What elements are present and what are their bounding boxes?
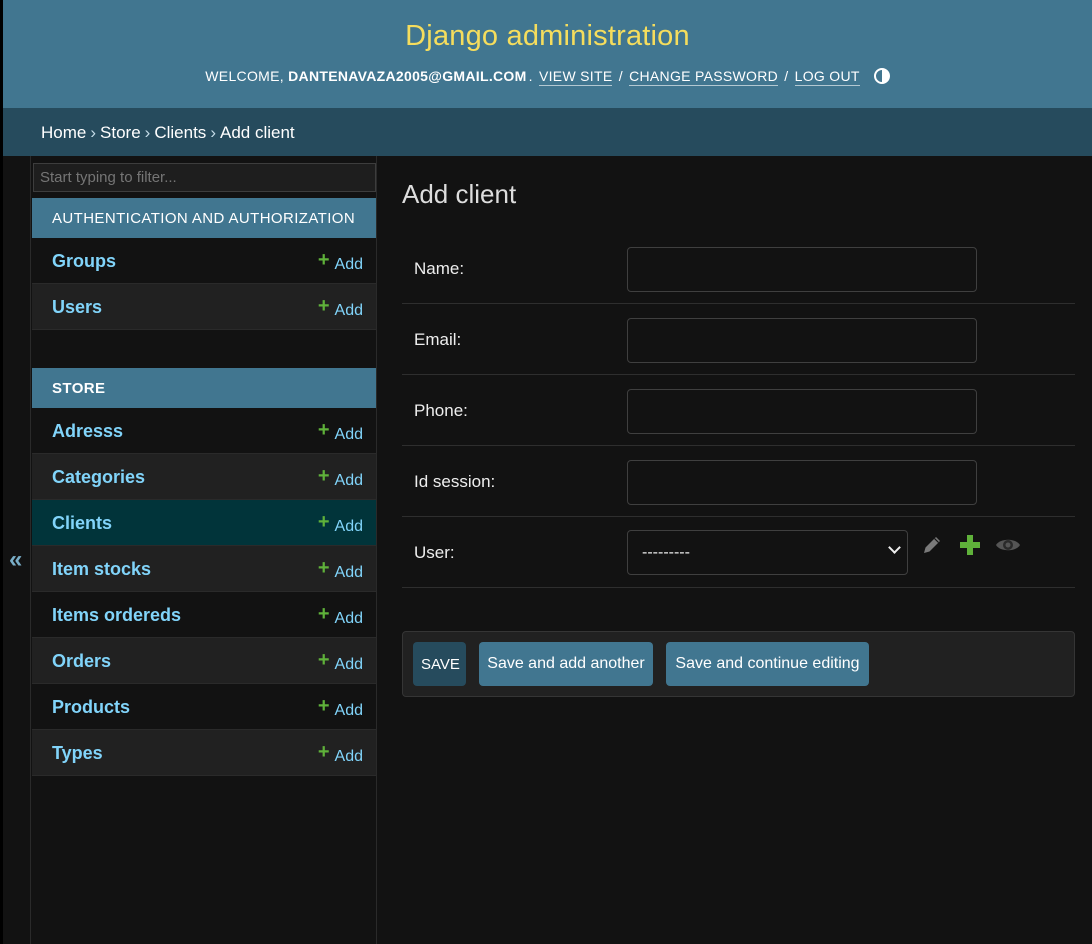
add-label: Add [334, 302, 363, 319]
save-and-continue-button[interactable]: Save and continue editing [666, 642, 869, 686]
add-icon: + [317, 649, 330, 671]
add-adresss-link[interactable]: + Add [318, 419, 363, 446]
sidebar-item-types: Types + Add [32, 730, 376, 776]
user-select-value: --------- [642, 544, 690, 561]
form-row-email: Email: [402, 304, 1075, 375]
add-categories-link[interactable]: + Add [318, 465, 363, 492]
add-label: Add [334, 656, 363, 673]
collapse-chevron-icon: « [9, 546, 23, 573]
sidebar-item-products: Products + Add [32, 684, 376, 730]
add-icon: + [317, 295, 330, 317]
add-icon: + [317, 465, 330, 487]
name-field[interactable] [627, 247, 977, 292]
form-row-phone: Phone: [402, 375, 1075, 446]
add-item-stocks-link[interactable]: + Add [318, 557, 363, 584]
add-label: Add [334, 426, 363, 443]
model-link-groups[interactable]: Groups [52, 251, 116, 272]
breadcrumb-separator: › [144, 123, 151, 142]
user-select[interactable]: --------- [627, 530, 908, 575]
add-label: Add [334, 472, 363, 489]
breadcrumb-store[interactable]: Store [100, 123, 141, 142]
model-link-adresss[interactable]: Adresss [52, 421, 123, 442]
toggle-sidebar-button[interactable]: « [3, 156, 31, 944]
view-related-eye-icon[interactable] [995, 533, 1021, 557]
save-button[interactable]: Save [413, 642, 466, 686]
model-link-types[interactable]: Types [52, 743, 103, 764]
sidebar-item-item-stocks: Item stocks + Add [32, 546, 376, 592]
add-label: Add [334, 610, 363, 627]
sidebar-item-clients: Clients + Add [32, 500, 376, 546]
form-row-id-session: Id session: [402, 446, 1075, 517]
phone-field[interactable] [627, 389, 977, 434]
user-label: User: [414, 543, 455, 562]
email-label: Email: [414, 330, 462, 349]
change-password-link[interactable]: Change password [629, 68, 779, 86]
breadcrumb-separator: › [90, 123, 97, 142]
breadcrumb: Home › Store › Clients › Add client [3, 108, 1092, 156]
add-groups-link[interactable]: + Add [318, 249, 363, 276]
main-content: Add client Name: Email: Phone: Id sessio… [402, 156, 1092, 944]
log-out-link[interactable]: Log out [794, 68, 860, 86]
id-session-field[interactable] [627, 460, 977, 505]
submit-row: Save Save and add another Save and conti… [402, 631, 1075, 697]
breadcrumb-clients[interactable]: Clients [154, 123, 206, 142]
nav-filter-input[interactable] [33, 163, 376, 192]
model-link-items-ordereds[interactable]: Items ordereds [52, 605, 181, 626]
add-icon: + [317, 695, 330, 717]
model-link-products[interactable]: Products [52, 697, 130, 718]
module-caption-auth[interactable]: Authentication and Authorization [32, 198, 376, 238]
add-types-link[interactable]: + Add [318, 741, 363, 768]
add-icon: + [317, 249, 330, 271]
welcome-text: Welcome, [205, 68, 284, 84]
add-orders-link[interactable]: + Add [318, 649, 363, 676]
add-icon: + [317, 511, 330, 533]
add-icon: + [317, 557, 330, 579]
change-related-pencil-icon[interactable] [920, 533, 944, 557]
header: Django administration Welcome, dantenava… [3, 0, 1092, 108]
add-clients-link[interactable]: + Add [318, 511, 363, 538]
add-related-plus-icon[interactable] [958, 533, 982, 557]
view-site-link[interactable]: View site [538, 68, 613, 86]
add-label: Add [334, 518, 363, 535]
add-label: Add [334, 256, 363, 273]
breadcrumb-home[interactable]: Home [41, 123, 86, 142]
phone-label: Phone: [414, 401, 468, 420]
page-title: Add client [402, 179, 517, 209]
chevron-down-icon [888, 541, 901, 554]
save-and-add-another-button[interactable]: Save and add another [479, 642, 653, 686]
sidebar-item-items-ordereds: Items ordereds + Add [32, 592, 376, 638]
email-field[interactable] [627, 318, 977, 363]
model-link-orders[interactable]: Orders [52, 651, 111, 672]
module-caption-store[interactable]: Store [32, 368, 376, 408]
name-label: Name: [414, 259, 465, 278]
username: dantenavaza2005@gmail.com [288, 68, 527, 84]
add-label: Add [334, 564, 363, 581]
site-name[interactable]: Django administration [3, 20, 1092, 53]
breadcrumb-current: Add client [219, 123, 295, 142]
add-users-link[interactable]: + Add [318, 295, 363, 322]
sidebar-item-orders: Orders + Add [32, 638, 376, 684]
add-icon: + [317, 741, 330, 763]
sidebar-item-groups: Groups + Add [32, 238, 376, 284]
sidebar-item-adresss: Adresss + Add [32, 408, 376, 454]
nav-sidebar: Authentication and Authorization Groups … [31, 156, 377, 944]
sidebar-item-users: Users + Add [32, 284, 376, 330]
model-link-categories[interactable]: Categories [52, 467, 145, 488]
add-label: Add [334, 702, 363, 719]
model-link-clients[interactable]: Clients [52, 513, 112, 534]
user-tools: Welcome, dantenavaza2005@gmail.com. View… [3, 68, 1092, 86]
breadcrumb-separator: › [210, 123, 216, 142]
add-icon: + [317, 419, 330, 441]
sidebar-item-categories: Categories + Add [32, 454, 376, 500]
add-items-ordereds-link[interactable]: + Add [318, 603, 363, 630]
add-products-link[interactable]: + Add [318, 695, 363, 722]
id-session-label: Id session: [414, 472, 496, 491]
add-icon: + [317, 603, 330, 625]
model-link-item-stocks[interactable]: Item stocks [52, 559, 151, 580]
form-row-name: Name: [402, 233, 1075, 304]
theme-toggle-icon[interactable] [873, 68, 890, 84]
form-row-user: User: --------- [402, 517, 1075, 588]
model-link-users[interactable]: Users [52, 297, 102, 318]
add-label: Add [334, 748, 363, 765]
